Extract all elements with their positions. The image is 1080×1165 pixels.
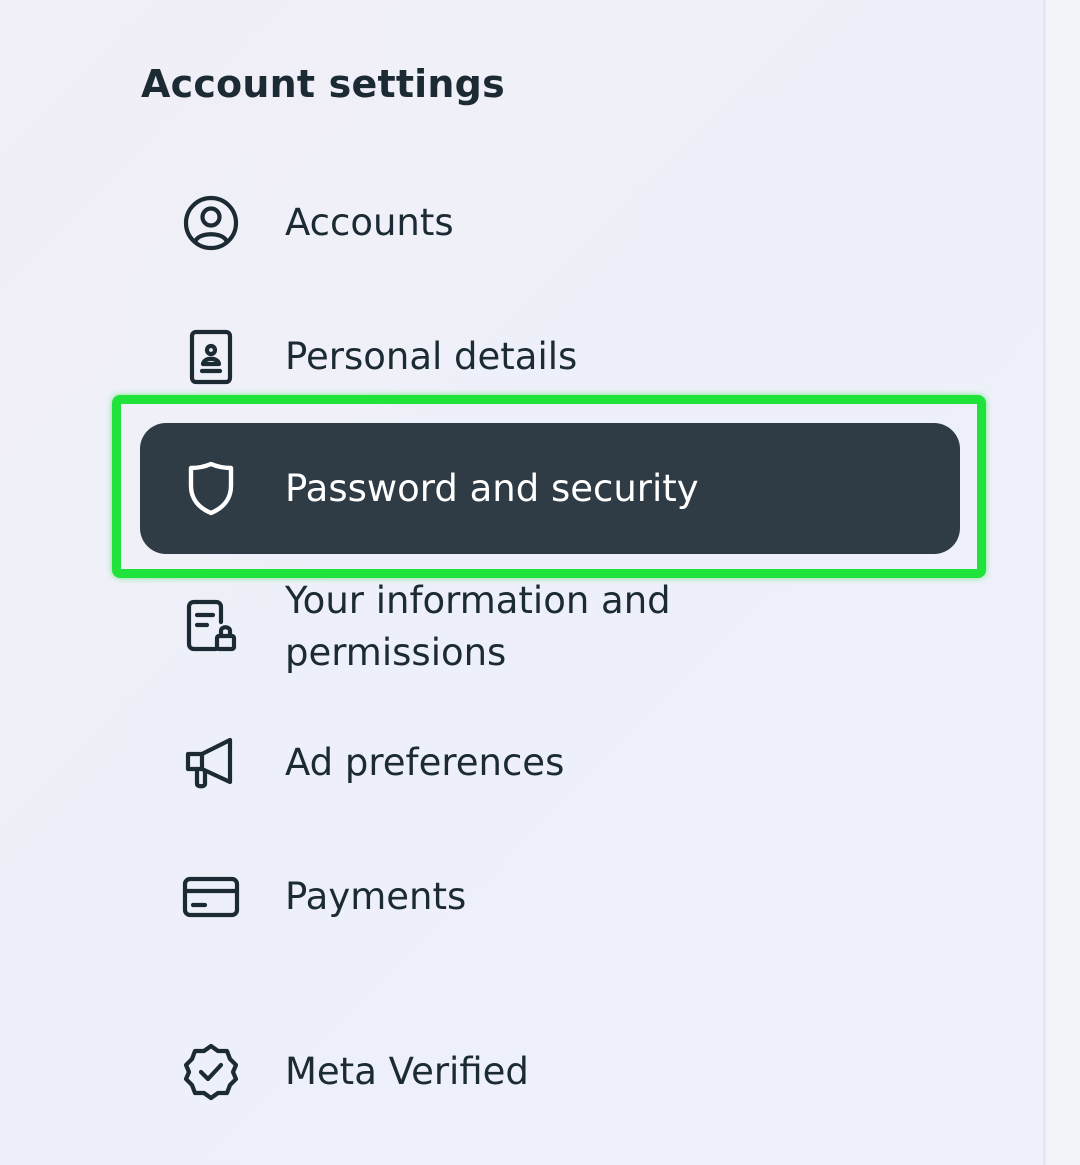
megaphone-icon bbox=[180, 732, 242, 794]
shield-icon bbox=[180, 457, 242, 519]
section-title: Account settings bbox=[141, 62, 505, 106]
credit-card-icon bbox=[180, 866, 242, 928]
nav-item-label: Personal details bbox=[285, 335, 578, 378]
nav-item-password-and-security[interactable]: Password and security bbox=[140, 423, 960, 554]
account-circle-icon bbox=[180, 192, 242, 254]
nav-item-ad-preferences[interactable]: Ad preferences bbox=[140, 728, 960, 798]
nav-item-label: Your information and permissions bbox=[285, 579, 671, 674]
nav-item-your-information-and-permissions[interactable]: Your information and permissions bbox=[140, 575, 960, 679]
nav-item-payments[interactable]: Payments bbox=[140, 862, 960, 932]
nav-item-label: Meta Verified bbox=[285, 1050, 529, 1093]
document-lock-icon bbox=[180, 595, 242, 657]
right-pane bbox=[1046, 0, 1080, 1165]
nav-item-accounts[interactable]: Accounts bbox=[140, 188, 960, 258]
nav-item-meta-verified[interactable]: Meta Verified bbox=[140, 1037, 960, 1107]
verified-badge-icon bbox=[180, 1041, 242, 1103]
nav-item-label: Ad preferences bbox=[285, 741, 565, 784]
nav-item-label: Password and security bbox=[285, 467, 699, 510]
nav-item-personal-details[interactable]: Personal details bbox=[140, 322, 960, 392]
id-card-icon bbox=[180, 326, 242, 388]
nav-item-label: Payments bbox=[285, 875, 467, 918]
nav-item-label: Accounts bbox=[285, 201, 454, 244]
